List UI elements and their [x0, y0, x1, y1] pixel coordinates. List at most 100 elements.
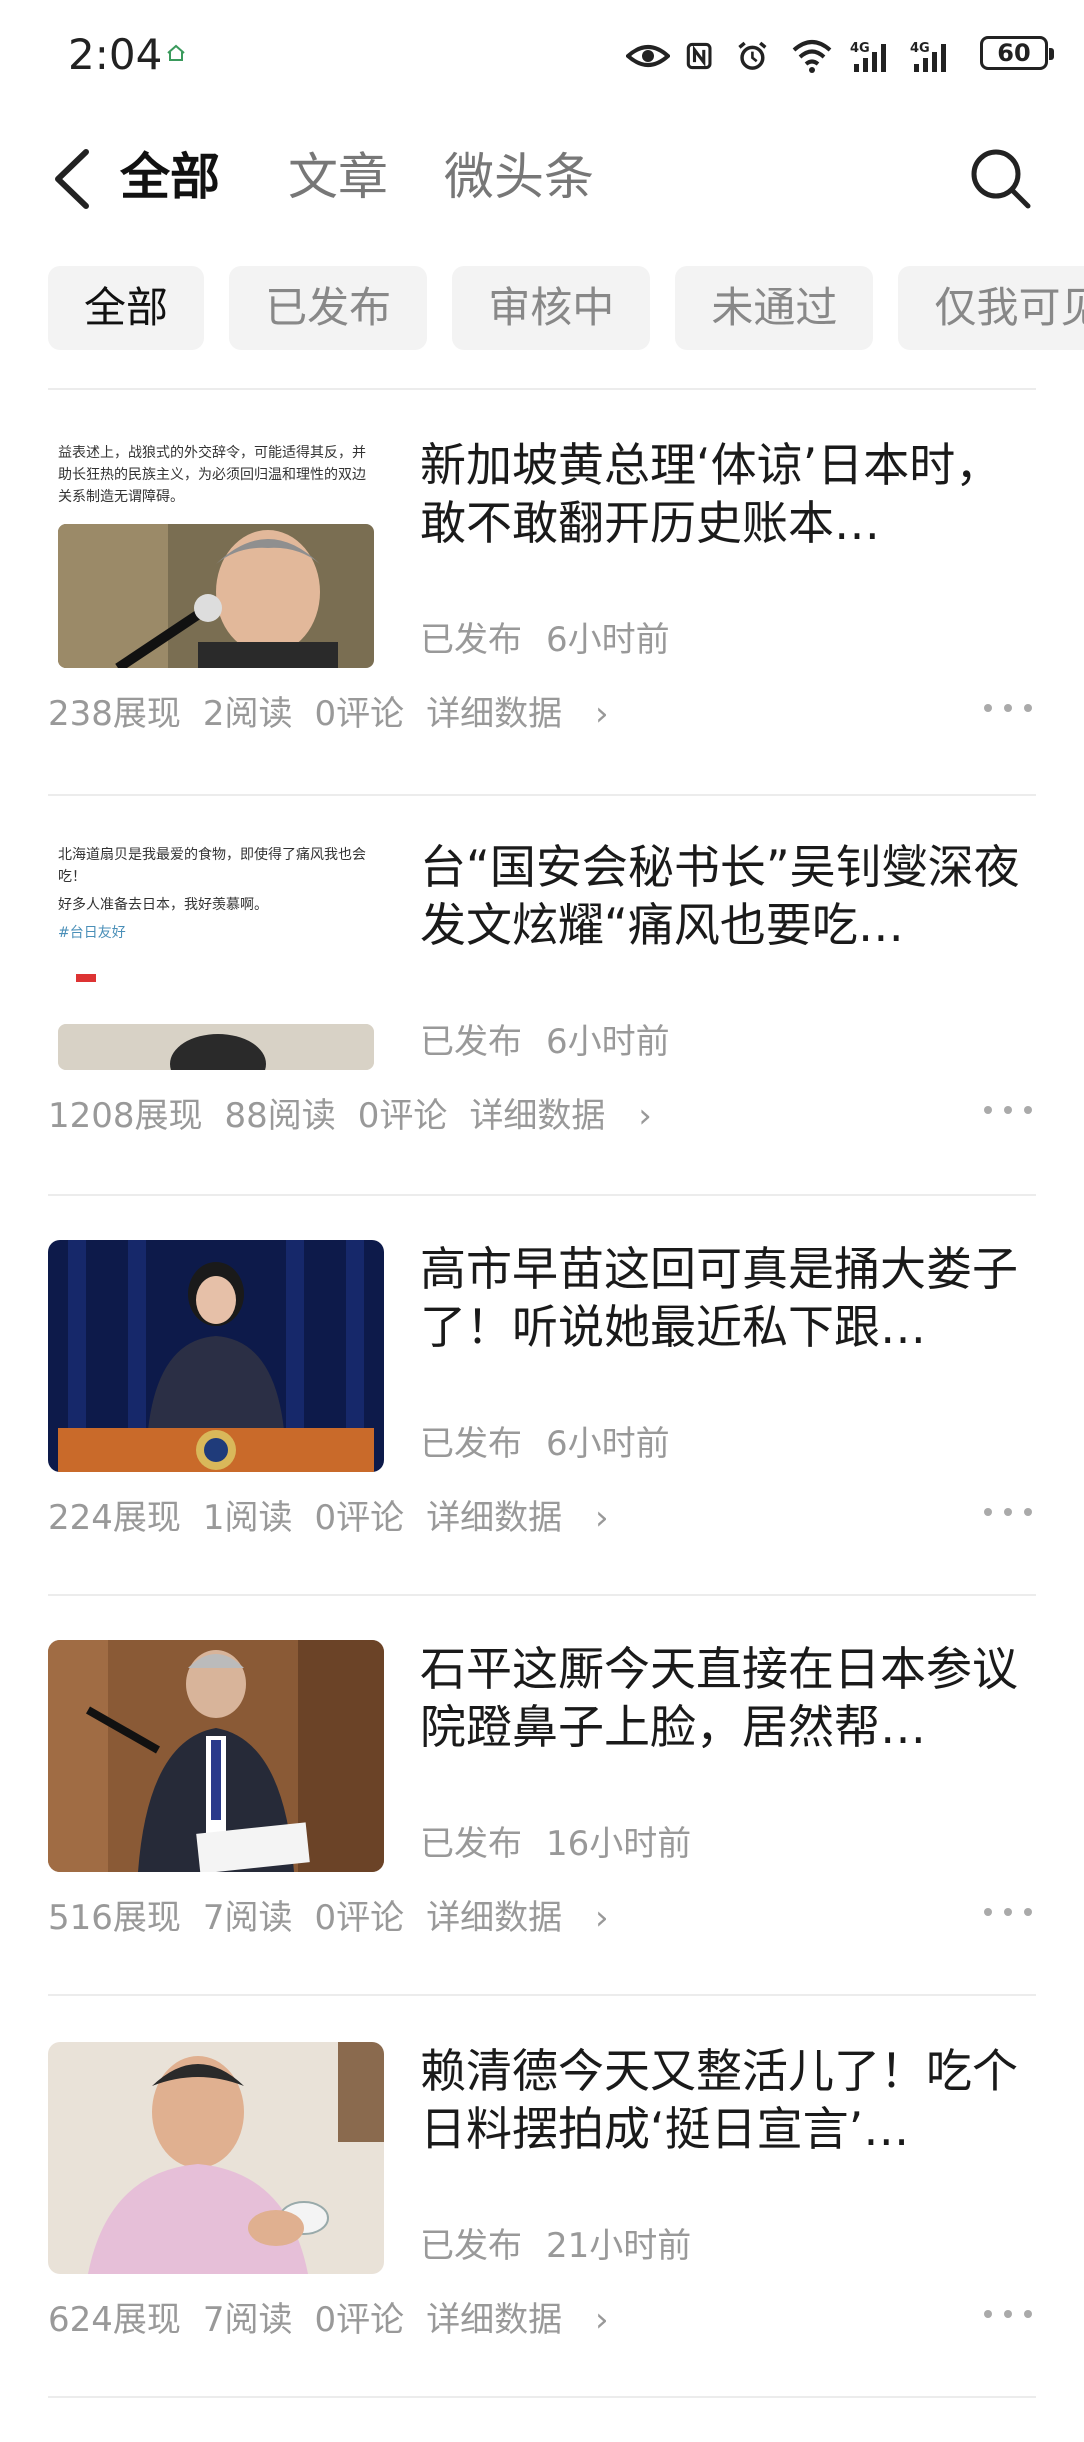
article-stats: 624展现 7阅读 0评论 详细数据 ›	[48, 2292, 653, 2341]
detail-data-link[interactable]: 详细数据 ›	[426, 1898, 630, 1938]
publish-status: 已发布	[420, 1022, 522, 1062]
header: 全部 文章 微头条	[0, 120, 1084, 230]
filter-all[interactable]: 全部	[48, 266, 205, 350]
comments-count: 0评论	[314, 694, 405, 734]
chevron-right-icon: ›	[595, 2300, 609, 2340]
more-icon[interactable]	[980, 1902, 1036, 1922]
article-card[interactable]: 益表述上，战狼式的外交辞令，可能适得其反，并助长狂热的民族主义，为必须回归温和理…	[0, 436, 1084, 836]
publish-status: 已发布	[420, 620, 522, 660]
tab-articles[interactable]: 文章	[288, 142, 388, 212]
reads-count: 7阅读	[202, 1898, 293, 1938]
article-card[interactable]: 石平这厮今天直接在日本参议院蹬鼻子上脸，居然帮… 已发布 16小时前 516展现 7…	[0, 1640, 1084, 2040]
battery-icon: 60	[980, 36, 1054, 70]
detail-data-link[interactable]: 详细数据 ›	[426, 694, 630, 734]
more-icon[interactable]	[980, 1502, 1036, 1522]
chevron-right-icon: ›	[595, 1498, 609, 1538]
status-time: 2:04	[68, 30, 163, 79]
comments-count: 0评论	[314, 2300, 405, 2340]
filter-under-review[interactable]: 审核中	[452, 266, 651, 350]
nfc-icon	[686, 42, 712, 70]
signal-4g-icon: 4G	[850, 41, 886, 72]
speaker-photo	[58, 524, 374, 668]
svg-text:4G: 4G	[910, 41, 930, 56]
status-bar: 2:04 4G 4G 60	[0, 0, 1084, 110]
detail-data-label: 详细数据	[469, 1096, 606, 1136]
filter-chips: 全部 已发布 审核中 未通过 仅我可见	[48, 266, 1084, 352]
article-title[interactable]: 台“国安会秘书长”吴钊燮深夜发文炫耀“痛风也要吃…	[420, 838, 1040, 954]
detail-data-label: 详细数据	[426, 2300, 563, 2340]
reads-count: 2阅读	[202, 694, 293, 734]
reads-count: 1阅读	[202, 1498, 293, 1538]
back-icon[interactable]	[44, 144, 104, 214]
tab-all[interactable]: 全部	[120, 142, 220, 212]
views-count: 516展现	[48, 1898, 181, 1938]
article-status: 已发布 21小时前	[420, 2218, 715, 2267]
eye-icon	[626, 45, 670, 67]
publish-status: 已发布	[420, 1424, 522, 1464]
article-card[interactable]: 北海道扇贝是我最爱的食物，即使得了痛风我也会吃！ 好多人准备去日本，我好羡慕啊。…	[0, 838, 1084, 1238]
divider	[48, 388, 1036, 390]
tab-micro-posts[interactable]: 微头条	[444, 142, 594, 212]
views-count: 624展现	[48, 2300, 181, 2340]
chevron-right-icon: ›	[638, 1096, 652, 1136]
more-icon[interactable]	[980, 1100, 1036, 1120]
article-title[interactable]: 新加坡黄总理‘体谅’日本时，敢不敢翻开历史账本…	[420, 436, 1040, 552]
article-title[interactable]: 高市早苗这回可真是捅大娄子了！听说她最近私下跟…	[420, 1240, 1040, 1356]
article-status: 已发布 16小时前	[420, 1816, 715, 1865]
divider	[48, 794, 1036, 796]
article-thumbnail	[48, 1640, 384, 1872]
article-status: 已发布 6小时前	[420, 1014, 694, 1063]
thumbnail-hashtag: #台日友好	[58, 925, 126, 941]
article-thumbnail: 北海道扇贝是我最爱的食物，即使得了痛风我也会吃！ 好多人准备去日本，我好羡慕啊。…	[48, 838, 384, 1070]
publish-time: 6小时前	[546, 1424, 670, 1464]
publish-time: 16小时前	[546, 1824, 692, 1864]
views-count: 238展现	[48, 694, 181, 734]
comments-count: 0评论	[314, 1898, 405, 1938]
thumbnail-caption: 益表述上，战狼式的外交辞令，可能适得其反，并助长狂热的民族主义，为必须回归温和理…	[58, 445, 366, 505]
reads-count: 88阅读	[224, 1096, 336, 1136]
svg-text:4G: 4G	[850, 41, 870, 56]
speaker-photo	[58, 1024, 374, 1070]
article-stats: 516展现 7阅读 0评论 详细数据 ›	[48, 1890, 653, 1939]
article-stats: 224展现 1阅读 0评论 详细数据 ›	[48, 1490, 653, 1539]
reads-count: 7阅读	[202, 2300, 293, 2340]
views-count: 1208展现	[48, 1096, 203, 1136]
thumbnail-caption: 北海道扇贝是我最爱的食物，即使得了痛风我也会吃！	[58, 847, 366, 885]
filter-published[interactable]: 已发布	[229, 266, 428, 350]
detail-data-link[interactable]: 详细数据 ›	[426, 2300, 630, 2340]
article-card[interactable]: 高市早苗这回可真是捅大娄子了！听说她最近私下跟… 已发布 6小时前 224展现 1阅…	[0, 1240, 1084, 1640]
parliament-photo	[48, 1640, 384, 1872]
press-conference-photo	[48, 1240, 384, 1472]
tea-photo	[48, 2042, 384, 2274]
article-stats: 1208展现 88阅读 0评论 详细数据 ›	[48, 1088, 696, 1137]
article-card[interactable]: 赖清德今天又整活儿了！吃个日料摆拍成‘挺日宣言’… 已发布 21小时前 624展现…	[0, 2042, 1084, 2442]
publish-time: 6小时前	[546, 620, 670, 660]
more-icon[interactable]	[980, 698, 1036, 718]
article-status: 已发布 6小时前	[420, 612, 694, 661]
detail-data-label: 详细数据	[426, 1498, 563, 1538]
publish-status: 已发布	[420, 1824, 522, 1864]
detail-data-link[interactable]: 详细数据 ›	[426, 1498, 630, 1538]
filter-private[interactable]: 仅我可见	[898, 266, 1084, 350]
comments-count: 0评论	[357, 1096, 448, 1136]
publish-time: 6小时前	[546, 1022, 670, 1062]
divider	[48, 1194, 1036, 1196]
thumbnail-photo	[58, 1024, 374, 1070]
detail-data-link[interactable]: 详细数据 ›	[469, 1096, 673, 1136]
article-thumbnail: 益表述上，战狼式的外交辞令，可能适得其反，并助长狂热的民族主义，为必须回归温和理…	[48, 436, 384, 668]
article-title[interactable]: 石平这厮今天直接在日本参议院蹬鼻子上脸，居然帮…	[420, 1640, 1040, 1756]
alarm-icon	[738, 41, 767, 70]
publish-time: 21小时前	[546, 2226, 692, 2266]
article-status: 已发布 6小时前	[420, 1416, 694, 1465]
divider	[48, 1594, 1036, 1596]
divider	[48, 1994, 1036, 1996]
article-title[interactable]: 赖清德今天又整活儿了！吃个日料摆拍成‘挺日宣言’…	[420, 2042, 1040, 2158]
home-icon	[167, 44, 185, 61]
publish-status: 已发布	[420, 2226, 522, 2266]
filter-rejected[interactable]: 未通过	[675, 266, 874, 350]
views-count: 224展现	[48, 1498, 181, 1538]
article-thumbnail	[48, 1240, 384, 1472]
search-icon[interactable]	[966, 144, 1034, 212]
detail-data-label: 详细数据	[426, 694, 563, 734]
more-icon[interactable]	[980, 2304, 1036, 2324]
